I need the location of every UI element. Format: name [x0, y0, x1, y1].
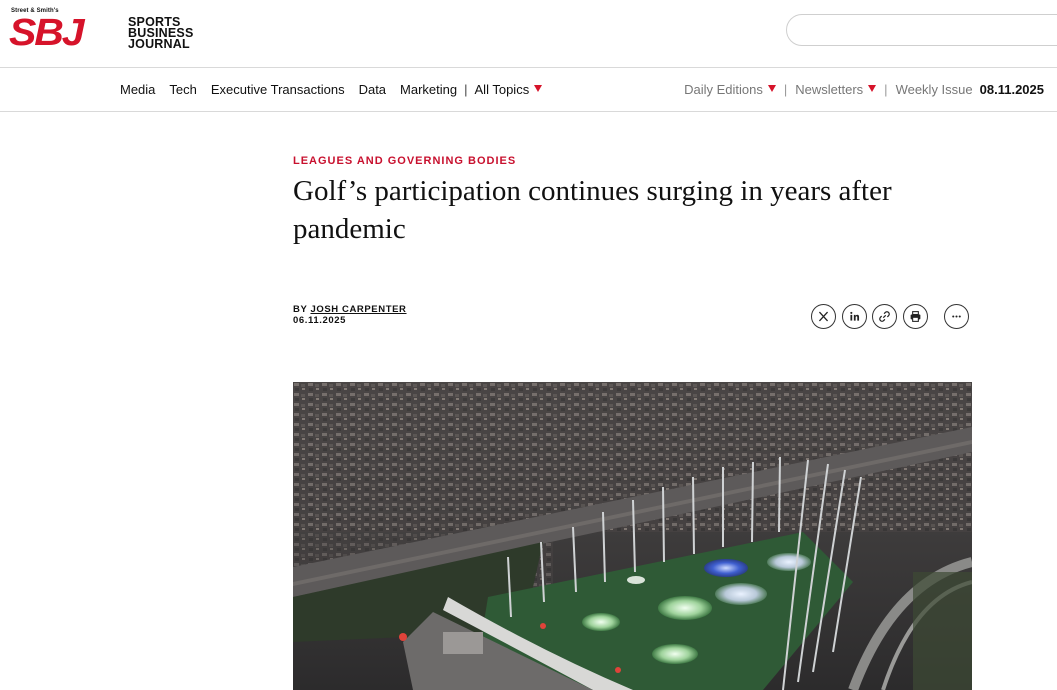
nav-divider: | [783, 82, 788, 97]
caret-down-icon [767, 85, 776, 92]
linkedin-share-button[interactable] [841, 304, 867, 329]
aerial-photo [293, 382, 972, 690]
share-toolbar [811, 304, 969, 329]
topic-nav: Media Tech Executive Transactions Data M… [120, 82, 543, 97]
edition-nav: Daily Editions | Newsletters | Weekly Is… [684, 82, 1044, 97]
nav-divider: | [884, 82, 888, 97]
article-hero-image [293, 382, 972, 690]
article-kicker[interactable]: LEAGUES AND GOVERNING BODIES [293, 155, 516, 167]
article-headline: Golf’s participation continues surging i… [293, 175, 892, 245]
nav-item-marketing[interactable]: Marketing [400, 82, 457, 97]
print-button[interactable] [902, 304, 928, 329]
logo-words: SPORTS BUSINESS JOURNAL [128, 15, 194, 51]
nav-item-all-topics[interactable]: All Topics [475, 82, 543, 97]
main-nav: Media Tech Executive Transactions Data M… [0, 68, 1057, 112]
logo-letters: SBJ [9, 12, 85, 54]
caret-down-icon [868, 85, 877, 92]
more-icon [952, 315, 961, 318]
caret-down-icon [534, 85, 543, 92]
nav-item-executive-transactions[interactable]: Executive Transactions [211, 82, 345, 97]
copy-link-button[interactable] [872, 304, 897, 329]
print-icon [910, 311, 920, 322]
link-icon [879, 311, 890, 322]
nav-item-weekly-issue[interactable]: Weekly Issue 08.11.2025 [896, 82, 1044, 97]
sbj-logo[interactable]: Street & Smith's SBJ SPORTS BUSINESS JOU… [9, 8, 214, 54]
nav-divider: | [464, 82, 468, 97]
nav-item-media[interactable]: Media [120, 82, 155, 97]
x-share-button[interactable] [811, 304, 836, 329]
linkedin-icon [849, 311, 859, 321]
site-header: Street & Smith's SBJ SPORTS BUSINESS JOU… [0, 0, 1057, 68]
author-link[interactable]: JOSH CARPENTER [310, 304, 406, 315]
nav-item-daily-editions[interactable]: Daily Editions [684, 82, 776, 97]
nav-item-newsletters[interactable]: Newsletters [795, 82, 877, 97]
issue-date: 08.11.2025 [979, 82, 1044, 97]
nav-item-tech[interactable]: Tech [169, 82, 196, 97]
x-icon [818, 311, 829, 322]
nav-item-data[interactable]: Data [359, 82, 386, 97]
publish-date: 06.11.2025 [293, 315, 347, 326]
byline: BY JOSH CARPENTER 06.11.2025 [293, 304, 407, 326]
search-input[interactable] [786, 14, 1057, 46]
more-options-button[interactable] [944, 304, 969, 329]
